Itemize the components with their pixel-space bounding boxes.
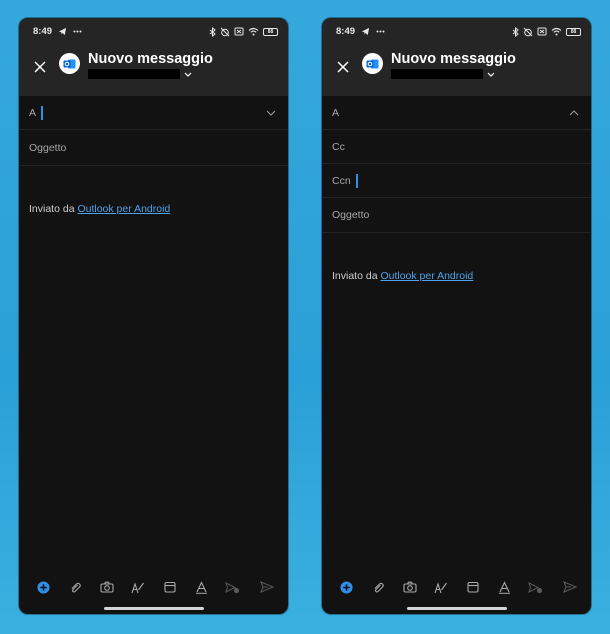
battery-icon: 88 bbox=[263, 27, 278, 36]
page-title: Nuovo messaggio bbox=[88, 51, 213, 67]
calendar-icon bbox=[164, 581, 176, 593]
status-bar: 8:49 88 bbox=[19, 18, 288, 45]
send-button[interactable] bbox=[255, 575, 279, 599]
wifi-icon bbox=[551, 27, 562, 36]
dictation-icon bbox=[528, 581, 543, 593]
telegram-icon bbox=[58, 27, 67, 36]
send-icon bbox=[563, 581, 577, 593]
more-notifications-icon bbox=[376, 30, 385, 33]
to-field[interactable]: A bbox=[322, 96, 591, 130]
add-button[interactable] bbox=[331, 575, 363, 599]
telegram-icon bbox=[361, 27, 370, 36]
attach-button[interactable] bbox=[60, 575, 92, 599]
bcc-label: Ccn bbox=[332, 174, 351, 187]
chevron-down-icon bbox=[487, 72, 495, 77]
format-text-icon bbox=[195, 580, 207, 594]
format-text-button[interactable] bbox=[186, 575, 218, 599]
send-button[interactable] bbox=[558, 575, 582, 599]
subject-field[interactable]: Oggetto bbox=[322, 198, 591, 233]
signature-prefix: Inviato da bbox=[29, 203, 78, 215]
more-notifications-icon bbox=[73, 30, 82, 33]
redacted-account bbox=[391, 69, 483, 79]
signature: Inviato da Outlook per Android bbox=[19, 203, 288, 215]
home-indicator[interactable] bbox=[103, 607, 204, 610]
page-title: Nuovo messaggio bbox=[391, 51, 516, 67]
signature: Inviato da Outlook per Android bbox=[322, 270, 591, 282]
attach-icon bbox=[71, 582, 82, 593]
compose-toolbar bbox=[19, 575, 288, 599]
subject-placeholder: Oggetto bbox=[332, 209, 370, 221]
cc-label: Cc bbox=[332, 140, 345, 153]
bluetooth-icon bbox=[209, 26, 216, 37]
text-cursor bbox=[41, 105, 44, 120]
cc-field[interactable]: Cc bbox=[322, 130, 591, 164]
bluetooth-icon bbox=[512, 26, 519, 37]
redacted-account bbox=[88, 69, 180, 79]
calendar-icon bbox=[467, 581, 479, 593]
chevron-up-icon[interactable] bbox=[569, 109, 579, 116]
battery-icon: 88 bbox=[566, 27, 581, 36]
add-icon bbox=[37, 580, 50, 594]
signature-link[interactable]: Outlook per Android bbox=[380, 270, 473, 282]
outlook-logo-icon bbox=[366, 59, 379, 68]
wifi-icon bbox=[248, 27, 259, 36]
attach-button[interactable] bbox=[363, 575, 395, 599]
subject-placeholder: Oggetto bbox=[29, 141, 67, 154]
compose-toolbar bbox=[322, 575, 591, 599]
dictation-button[interactable] bbox=[520, 575, 552, 599]
calendar-button[interactable] bbox=[154, 575, 186, 599]
status-time: 8:49 bbox=[336, 26, 356, 37]
close-button[interactable] bbox=[325, 54, 361, 80]
subject-field[interactable]: Oggetto bbox=[19, 130, 288, 166]
pen-icon bbox=[131, 581, 145, 593]
to-label: A bbox=[332, 106, 340, 119]
alarm-off-icon bbox=[523, 27, 533, 36]
status-bar: 8:49 88 bbox=[322, 18, 591, 45]
add-button[interactable] bbox=[28, 575, 60, 599]
status-time: 8:49 bbox=[33, 26, 53, 37]
add-icon bbox=[340, 580, 353, 594]
pen-icon bbox=[434, 581, 448, 593]
account-selector[interactable] bbox=[391, 69, 516, 79]
close-icon bbox=[337, 61, 349, 73]
signature-prefix: Inviato da bbox=[332, 270, 381, 282]
camera-icon bbox=[403, 581, 417, 593]
outlook-logo-icon bbox=[63, 59, 76, 68]
pen-button[interactable] bbox=[123, 575, 155, 599]
sim-off-icon bbox=[234, 27, 244, 36]
send-icon bbox=[260, 581, 274, 593]
sim-off-icon bbox=[537, 27, 547, 36]
close-icon bbox=[34, 61, 46, 73]
close-button[interactable] bbox=[22, 54, 58, 80]
camera-icon bbox=[100, 581, 114, 593]
home-indicator[interactable] bbox=[406, 607, 507, 610]
camera-button[interactable] bbox=[91, 575, 123, 599]
text-cursor bbox=[355, 173, 358, 188]
compose-header: Nuovo messaggio bbox=[322, 45, 591, 96]
compose-header: Nuovo messaggio bbox=[19, 45, 288, 96]
chevron-down-icon bbox=[184, 72, 192, 77]
phone-screen-collapsed: 8:49 88 Nuovo messaggio A Oggetto Inviat… bbox=[19, 18, 288, 614]
phone-screen-expanded: 8:49 88 Nuovo messaggio A Cc Ccn Oggetto… bbox=[322, 18, 591, 614]
format-text-icon bbox=[498, 580, 510, 594]
account-avatar[interactable] bbox=[362, 53, 383, 74]
signature-link[interactable]: Outlook per Android bbox=[77, 203, 170, 215]
attach-icon bbox=[374, 582, 385, 593]
dictation-icon bbox=[225, 581, 240, 593]
alarm-off-icon bbox=[220, 27, 230, 36]
format-text-button[interactable] bbox=[489, 575, 521, 599]
dictation-button[interactable] bbox=[217, 575, 249, 599]
account-avatar[interactable] bbox=[59, 53, 80, 74]
to-label: A bbox=[29, 106, 37, 119]
pen-button[interactable] bbox=[426, 575, 458, 599]
camera-button[interactable] bbox=[394, 575, 426, 599]
chevron-down-icon[interactable] bbox=[266, 110, 276, 116]
bcc-field[interactable]: Ccn bbox=[322, 164, 591, 198]
to-field[interactable]: A bbox=[19, 96, 288, 130]
account-selector[interactable] bbox=[88, 69, 213, 79]
calendar-button[interactable] bbox=[457, 575, 489, 599]
